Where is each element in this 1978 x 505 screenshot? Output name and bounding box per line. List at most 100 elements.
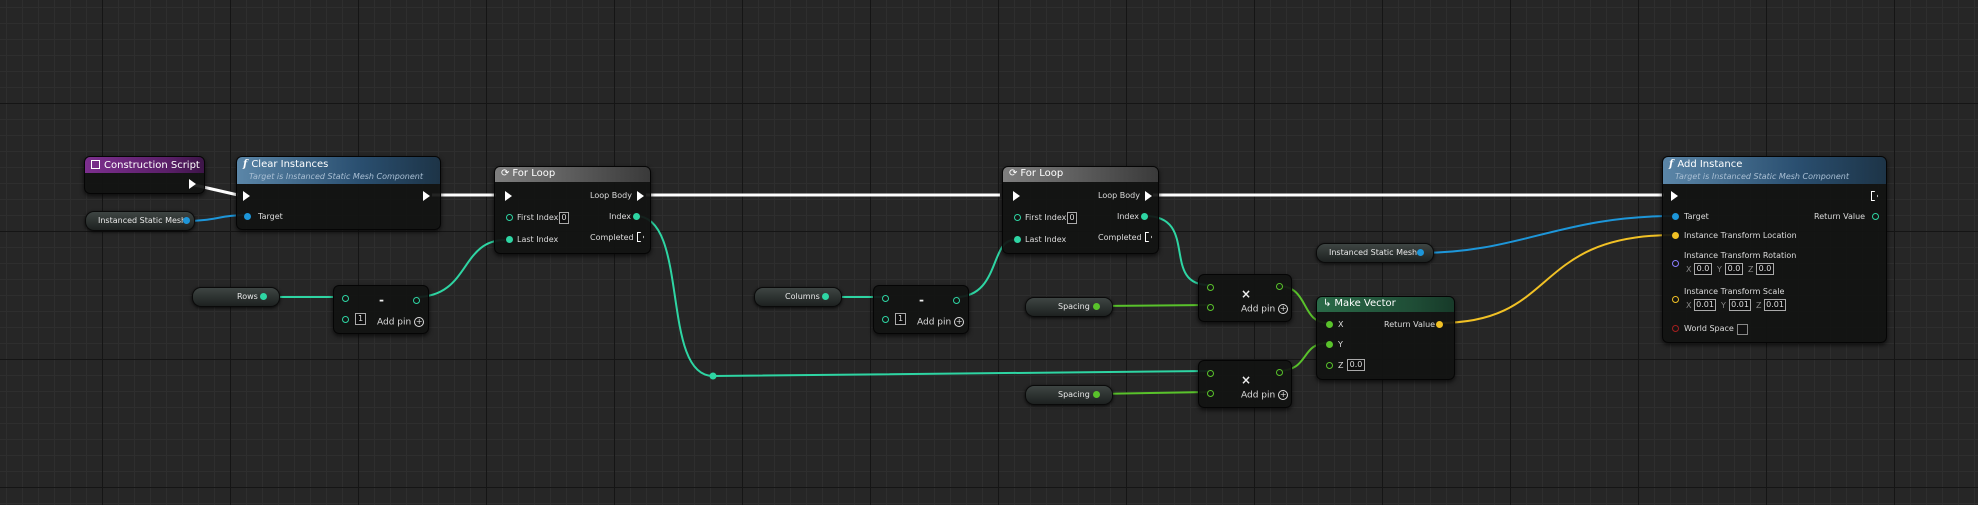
exec-in-pin[interactable] (1013, 191, 1020, 201)
scale-x-input[interactable]: 0.01 (1694, 299, 1716, 311)
b-in-pin[interactable] (882, 316, 889, 323)
b-in-pin[interactable] (1207, 390, 1214, 397)
instanced-static-mesh-variable[interactable]: Instanced Static Mesh (85, 211, 195, 231)
node-title: Add Instance (1677, 159, 1743, 170)
plus-icon: + (954, 317, 965, 327)
spacing-variable-2[interactable]: Spacing (1025, 385, 1113, 405)
y-in-pin[interactable] (1326, 341, 1333, 348)
add-pin-label: Add pin (917, 317, 952, 328)
object-wire[interactable] (1418, 215, 1675, 254)
int-out-pin[interactable] (260, 293, 267, 300)
int-wire[interactable] (415, 239, 506, 298)
add-pin-button[interactable]: Add pin + (377, 317, 425, 328)
last-index-label: Last Index (517, 235, 559, 244)
exec-in-pin[interactable] (505, 191, 512, 201)
subtract-node-1[interactable]: 1 - Add pin + (333, 285, 429, 334)
scale-y-input[interactable]: 0.01 (1729, 299, 1751, 311)
loop-icon: ⟳ (501, 168, 510, 179)
b-value-input[interactable]: 1 (355, 313, 366, 325)
rows-variable[interactable]: Rows (192, 287, 280, 307)
rotation-pin[interactable] (1672, 260, 1679, 267)
loop-body-pin[interactable] (637, 191, 644, 201)
completed-pin[interactable] (1145, 232, 1152, 242)
exec-out-pin[interactable] (1871, 191, 1878, 201)
x-in-pin[interactable] (1326, 321, 1333, 328)
location-label: Instance Transform Location (1684, 231, 1797, 240)
a-in-pin[interactable] (882, 295, 889, 302)
function-icon: f (243, 159, 248, 170)
first-index-input[interactable]: 0 (559, 212, 569, 224)
b-in-pin[interactable] (1207, 304, 1214, 311)
scale-z-label: Z (1756, 301, 1762, 310)
vector-out-pin[interactable] (1436, 321, 1443, 328)
add-pin-label: Add pin (1241, 304, 1276, 315)
add-pin-button[interactable]: Add pin + (1241, 390, 1289, 401)
exec-out-pin[interactable] (423, 191, 430, 201)
scale-label: Instance Transform Scale (1684, 287, 1785, 296)
rot-y-input[interactable]: 0.0 (1725, 263, 1743, 275)
make-vector-node[interactable]: ↳ Make Vector X Return Value Y Z 0.0 (1316, 296, 1455, 380)
return-value-pin[interactable] (1872, 213, 1879, 220)
plus-icon: + (1278, 304, 1289, 314)
index-out-pin[interactable] (633, 213, 640, 220)
target-label: Target (1684, 212, 1709, 221)
last-index-pin[interactable] (1014, 236, 1021, 243)
exec-out-pin[interactable] (189, 179, 196, 189)
world-space-checkbox[interactable] (1737, 324, 1748, 335)
target-pin[interactable] (244, 213, 251, 220)
object-out-pin[interactable] (1417, 249, 1424, 256)
exec-in-pin[interactable] (1671, 191, 1678, 201)
first-index-pin[interactable] (1014, 214, 1021, 221)
construction-script-node[interactable]: Construction Script (84, 156, 205, 194)
b-value-input[interactable]: 1 (895, 313, 906, 325)
x-label: X (1338, 320, 1344, 329)
b-in-pin[interactable] (342, 316, 349, 323)
a-in-pin[interactable] (342, 295, 349, 302)
world-space-pin[interactable] (1672, 325, 1679, 332)
instanced-static-mesh-variable-2[interactable]: Instanced Static Mesh (1316, 243, 1434, 263)
clear-instances-header: f Clear Instances Target is Instanced Sta… (237, 157, 440, 184)
a-in-pin[interactable] (1207, 370, 1214, 377)
last-index-label: Last Index (1025, 235, 1067, 244)
for-loop-header: ⟳ For Loop (1003, 167, 1158, 182)
object-out-pin[interactable] (183, 217, 190, 224)
result-out-pin[interactable] (413, 297, 420, 304)
index-label: Index (1117, 212, 1140, 221)
multiply-operator: × (1241, 287, 1252, 301)
result-out-pin[interactable] (953, 297, 960, 304)
scale-z-input[interactable]: 0.01 (1764, 299, 1786, 311)
completed-label: Completed (590, 233, 634, 242)
rot-z-input[interactable]: 0.0 (1756, 263, 1774, 275)
location-pin[interactable] (1672, 232, 1679, 239)
int-out-pin[interactable] (822, 293, 829, 300)
exec-in-pin[interactable] (243, 191, 250, 201)
last-index-pin[interactable] (506, 236, 513, 243)
scale-pin[interactable] (1672, 296, 1679, 303)
index-out-pin[interactable] (1141, 213, 1148, 220)
completed-pin[interactable] (637, 232, 644, 242)
rot-x-input[interactable]: 0.0 (1694, 263, 1712, 275)
subtract-node-2[interactable]: 1 - Add pin + (873, 285, 969, 334)
a-in-pin[interactable] (1207, 284, 1214, 291)
clear-instances-node[interactable]: f Clear Instances Target is Instanced Sta… (236, 156, 441, 230)
multiply-node-1[interactable]: × Add pin + (1198, 274, 1292, 322)
add-pin-button[interactable]: Add pin + (1241, 304, 1289, 315)
for-loop-node-1[interactable]: ⟳ For Loop Loop Body First Index 0 Index … (494, 166, 651, 254)
spacing-variable-1[interactable]: Spacing (1025, 297, 1113, 317)
add-instance-node[interactable]: f Add Instance Target is Instanced Static… (1662, 156, 1887, 343)
first-index-input[interactable]: 0 (1067, 212, 1077, 224)
float-out-pin[interactable] (1093, 303, 1100, 310)
z-value-input[interactable]: 0.0 (1347, 359, 1365, 371)
target-pin[interactable] (1672, 213, 1679, 220)
loop-body-pin[interactable] (1145, 191, 1152, 201)
multiply-node-2[interactable]: × Add pin + (1198, 360, 1292, 408)
for-loop-node-2[interactable]: ⟳ For Loop Loop Body First Index 0 Index … (1002, 166, 1159, 254)
add-pin-button[interactable]: Add pin + (917, 317, 965, 328)
z-in-pin[interactable] (1326, 362, 1333, 369)
columns-variable[interactable]: Columns (754, 287, 842, 307)
construction-script-header: Construction Script (85, 157, 204, 173)
first-index-pin[interactable] (506, 214, 513, 221)
float-out-pin[interactable] (1093, 391, 1100, 398)
result-out-pin[interactable] (1276, 369, 1283, 376)
result-out-pin[interactable] (1276, 283, 1283, 290)
